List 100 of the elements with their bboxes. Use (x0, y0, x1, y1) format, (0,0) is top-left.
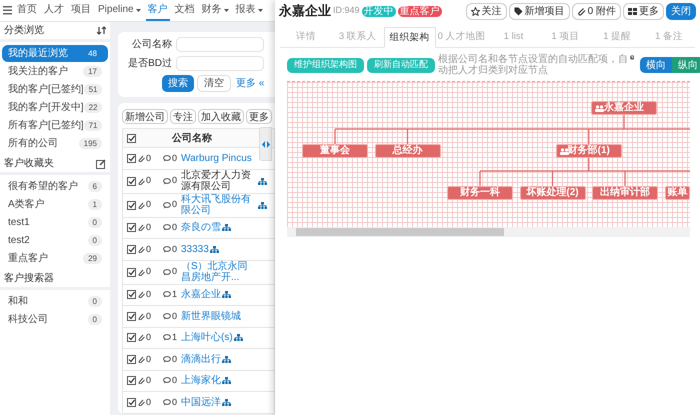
company-link[interactable]: 永嘉企业 (181, 289, 221, 300)
company-link[interactable]: 上海家化 (181, 375, 221, 386)
comment-count: 0 (172, 242, 178, 256)
nav-tab[interactable]: 报表 (234, 1, 265, 21)
org-node[interactable]: 总经办 (374, 144, 440, 158)
field-label: 是否BD过 (127, 58, 172, 70)
more-link[interactable]: 更多 « (236, 76, 264, 91)
company-link[interactable]: （S）北京永同昌房地产开... (181, 261, 257, 283)
company-link[interactable]: 33333 (181, 244, 209, 255)
column-header: 公司名称 (172, 132, 212, 146)
tab[interactable]: 组织架构 (384, 27, 436, 48)
company-name: 北京爱才人力资源有限公司 (181, 170, 252, 192)
close-button[interactable]: 关闭 (666, 2, 696, 20)
org-node[interactable]: 出纳审计部 (592, 186, 658, 200)
item-count: 0 (88, 314, 102, 325)
clear-button[interactable]: 清空 (197, 75, 231, 92)
company-link[interactable]: 奈良の雪 (181, 222, 221, 234)
comment-count: 0 (172, 174, 178, 188)
nav-tab[interactable]: 文档 (172, 1, 197, 21)
tab[interactable]: 详情 (280, 27, 332, 47)
comment-count: 0 (172, 374, 178, 387)
comment-count: 0 (172, 310, 178, 322)
company-link[interactable]: 科大讯飞股份有限公司 (181, 194, 257, 216)
org-action-button[interactable]: 维护组织架构图 (287, 58, 364, 72)
action-button[interactable]: 关注 (466, 2, 507, 20)
attachment-count: 0 (146, 198, 152, 212)
section-title: 客户收藏夹 (4, 156, 54, 171)
comment-count: 0 (172, 265, 178, 278)
nav-tab[interactable]: 财务 (200, 1, 231, 21)
item-count: 6 (88, 181, 102, 192)
org-node[interactable]: 财务一科 (447, 186, 513, 200)
attachment-count: 0 (146, 174, 152, 188)
nav-tab[interactable]: 首页 (15, 1, 39, 21)
sidebar-item[interactable]: 我的最近浏览 48 (2, 45, 108, 62)
company-link[interactable]: 新世界眼镜城 (181, 310, 241, 322)
company-link[interactable]: 滴滴出行 (181, 354, 221, 365)
item-count: 195 (78, 138, 102, 149)
tab[interactable]: 3 联系人 (332, 27, 384, 47)
comment-count: 1 (172, 288, 178, 301)
attachment-count: 0 (146, 374, 152, 387)
attachment-count: 0 (146, 242, 152, 256)
toolbar-button[interactable]: 专注 (170, 109, 196, 124)
attachment-count: 0 (146, 331, 152, 344)
item-count: 22 (84, 102, 102, 113)
org-node[interactable]: 财务部(1) (556, 144, 622, 158)
tab[interactable]: 1 备注 (643, 27, 695, 47)
org-node[interactable]: 永嘉企业 (591, 101, 657, 115)
company-id: ID:949 (333, 4, 360, 18)
tab[interactable]: 1 list (488, 27, 540, 47)
item-count: 51 (84, 84, 102, 95)
toolbar-button[interactable]: 加入收藏 (198, 109, 244, 124)
tab[interactable]: 1 提醒 (591, 27, 644, 47)
item-count: 48 (87, 48, 98, 59)
company-link[interactable]: 上海叶心(s) (181, 332, 233, 344)
tab[interactable]: 1 项目 (539, 27, 592, 47)
comment-count: 0 (172, 352, 178, 366)
section-title: 分类浏览 (4, 24, 44, 38)
attachment-count: 0 (146, 265, 152, 278)
comment-count: 1 (172, 331, 178, 344)
status-tag: 重点客户 (398, 6, 442, 16)
item-count: 17 (83, 66, 102, 77)
action-button[interactable]: 更多 (623, 2, 664, 20)
toolbar-button[interactable]: 更多 (246, 109, 272, 124)
company-link[interactable]: Warburg Pincus (181, 152, 252, 164)
action-button[interactable]: 新增项目 (508, 2, 570, 20)
nav-tab[interactable]: 客户 (146, 1, 170, 21)
item-count: 0 (88, 217, 102, 228)
comment-count: 0 (172, 152, 178, 164)
comment-count: 0 (172, 396, 178, 408)
attachment-count: 0 (146, 310, 152, 322)
comment-count: 0 (172, 221, 178, 234)
action-button[interactable]: 0 附件 (572, 2, 621, 20)
tab[interactable]: 0 人才地图 (436, 27, 488, 47)
attachment-count: 0 (146, 152, 152, 164)
toggle-option[interactable]: 横向 (640, 57, 672, 73)
item-count: 29 (83, 253, 102, 264)
item-count: 1 (88, 199, 102, 210)
item-count: 0 (88, 296, 102, 307)
org-action-button[interactable]: 刷新自动匹配 (367, 58, 435, 72)
nav-tab[interactable]: 人才 (42, 1, 66, 21)
toolbar-button[interactable]: 新增公司 (122, 109, 168, 124)
toggle-option[interactable]: 纵向 (672, 57, 700, 73)
field-label: 公司名称 (131, 38, 172, 50)
attachment-count: 0 (146, 352, 152, 366)
search-button[interactable]: 搜索 (162, 75, 194, 92)
section-title: 客户搜索器 (4, 272, 54, 286)
company-link[interactable]: 中国远洋 (181, 396, 221, 408)
item-count: 71 (84, 120, 102, 131)
nav-tab[interactable]: 项目 (69, 1, 93, 21)
org-node[interactable]: 董事会 (302, 144, 368, 158)
hint-text: 根据公司名和各节点设置的自动匹配项，自动把人才归类到对应节点 (438, 54, 629, 76)
attachment-count: 0 (146, 396, 152, 408)
attachment-count: 0 (146, 288, 152, 301)
org-node[interactable]: 账单 (664, 186, 690, 200)
comment-count: 0 (172, 198, 178, 212)
org-node[interactable]: 坏账处理(2) (520, 186, 586, 200)
status-tag: 开发中 (362, 6, 396, 16)
attachment-count: 0 (146, 221, 152, 234)
nav-tab[interactable]: Pipeline (96, 1, 143, 21)
item-count: 0 (88, 235, 102, 246)
